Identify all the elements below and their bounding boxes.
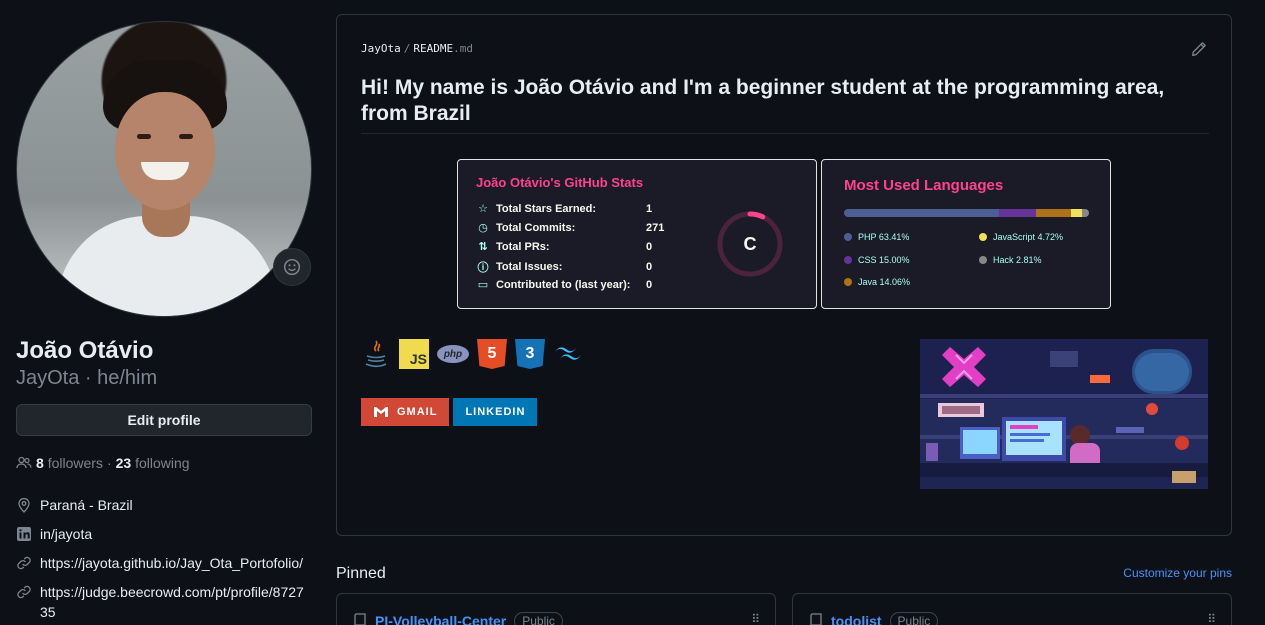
- lang-item-javascript: JavaScript 4.72%: [979, 232, 1063, 242]
- readme-card: JayOta / README.md Hi! My name is João Otá…: [336, 14, 1232, 536]
- repo-icon: [810, 613, 822, 625]
- followers-link[interactable]: 8 followers: [36, 455, 103, 471]
- language-segment-java: [1036, 209, 1071, 217]
- beecrowd-link[interactable]: https://judge.beecrowd.com/pt/profile/87…: [40, 582, 310, 622]
- location-item: Paraná - Brazil: [16, 495, 312, 515]
- tailwind-icon: [553, 339, 583, 369]
- location-icon: [16, 497, 32, 513]
- contact-badges: GMAIL LINKEDIN: [361, 398, 538, 426]
- website-item: https://jayota.github.io/Jay_Ota_Portofo…: [16, 553, 312, 573]
- smiley-icon: [283, 258, 301, 276]
- html5-icon: 5: [477, 339, 507, 369]
- javascript-icon: JS: [399, 339, 429, 369]
- website-link[interactable]: https://jayota.github.io/Jay_Ota_Portofo…: [40, 553, 303, 573]
- github-stats-card[interactable]: João Otávio's GitHub Stats ☆ Total Stars…: [457, 159, 817, 309]
- drag-handle-icon[interactable]: ⠿: [751, 612, 760, 625]
- star-icon: ☆: [478, 203, 488, 215]
- languages-title: Most Used Languages: [844, 177, 1004, 194]
- gmail-icon: [374, 407, 388, 417]
- lang-item-css: CSS 15.00%: [844, 255, 910, 265]
- repo-icon: ▭: [477, 279, 489, 291]
- repo-link[interactable]: PI-Volleyball-Center: [375, 613, 506, 625]
- language-segment-php: [844, 209, 1000, 217]
- languages-bar: [844, 209, 1089, 217]
- link-icon: [16, 555, 32, 571]
- stat-row-stars: ☆ Total Stars Earned: 1: [476, 202, 676, 216]
- linkedin-icon: [16, 526, 32, 542]
- visibility-badge: Public: [889, 612, 939, 625]
- repo-link[interactable]: todolist: [831, 613, 882, 625]
- avatar[interactable]: [16, 21, 312, 317]
- pinned-repo-card[interactable]: PI-Volleyball-Center Public ⠿: [336, 593, 776, 625]
- set-status-button[interactable]: [273, 248, 311, 286]
- edit-profile-button[interactable]: Edit profile: [16, 404, 312, 436]
- pixel-art-gif: [920, 339, 1208, 489]
- stat-row-prs: ⇅ Total PRs: 0: [476, 240, 676, 254]
- stats-title: João Otávio's GitHub Stats: [476, 175, 644, 190]
- top-languages-card[interactable]: Most Used Languages PHP 63.41% CSS 15.00…: [821, 159, 1111, 309]
- lang-item-hack: Hack 2.81%: [979, 255, 1042, 265]
- link-icon: [16, 584, 32, 600]
- lang-item-php: PHP 63.41%: [844, 232, 909, 242]
- pencil-icon: [1192, 42, 1206, 56]
- avatar-container: [16, 21, 312, 317]
- follow-separator: ·: [106, 455, 112, 471]
- pull-request-icon: ⇅: [478, 241, 488, 253]
- drag-handle-icon[interactable]: ⠿: [1207, 612, 1216, 625]
- readme-owner[interactable]: JayOta: [361, 42, 401, 55]
- php-icon: php: [437, 339, 469, 369]
- language-segment-hack: [1082, 209, 1089, 217]
- tech-icons-row: JS php 5 3: [361, 339, 583, 369]
- pinned-heading: Pinned: [336, 565, 386, 582]
- repo-icon: [354, 613, 366, 625]
- language-segment-javascript: [1070, 209, 1083, 217]
- java-icon: [361, 339, 391, 369]
- issue-icon: ⓘ: [477, 262, 489, 274]
- readme-title: Hi! My name is João Otávio and I'm a beg…: [361, 75, 1209, 134]
- following-link[interactable]: 23 following: [116, 455, 190, 471]
- people-icon: [16, 455, 32, 471]
- profile-username: JayOta · he/him: [16, 367, 158, 389]
- lang-item-java: Java 14.06%: [844, 277, 910, 287]
- rank-ring: C: [716, 210, 784, 278]
- readme-file-name: README: [413, 42, 454, 55]
- follow-stats: 8 followers · 23 following: [16, 455, 190, 471]
- profile-full-name: João Otávio: [16, 337, 154, 364]
- css3-icon: 3: [515, 339, 545, 369]
- stat-row-commits: ◷ Total Commits: 271: [476, 221, 676, 235]
- profile-sidebar: João Otávio JayOta · he/him Edit profile…: [16, 0, 312, 625]
- clock-icon: ◷: [478, 222, 488, 234]
- gmail-badge[interactable]: GMAIL: [361, 398, 450, 426]
- visibility-badge: Public: [514, 612, 563, 625]
- customize-pins-link[interactable]: Customize your pins: [1123, 566, 1232, 580]
- language-segment-css: [999, 209, 1037, 217]
- stat-row-issues: ⓘ Total Issues: 0: [477, 261, 653, 274]
- stat-row-contributed: ▭ Contributed to (last year): 0: [477, 278, 653, 292]
- edit-readme-button[interactable]: [1191, 41, 1207, 62]
- beecrowd-item: https://judge.beecrowd.com/pt/profile/87…: [16, 582, 312, 622]
- pinned-repo-card[interactable]: todolist Public ⠿: [792, 593, 1232, 625]
- rank-grade: C: [743, 233, 757, 254]
- location-text: Paraná - Brazil: [40, 497, 133, 513]
- readme-breadcrumb: JayOta / README.md: [361, 42, 473, 55]
- linkedin-badge[interactable]: LINKEDIN: [453, 398, 538, 426]
- linkedin-link[interactable]: in/jayota: [40, 524, 92, 544]
- linkedin-item: in/jayota: [16, 524, 312, 544]
